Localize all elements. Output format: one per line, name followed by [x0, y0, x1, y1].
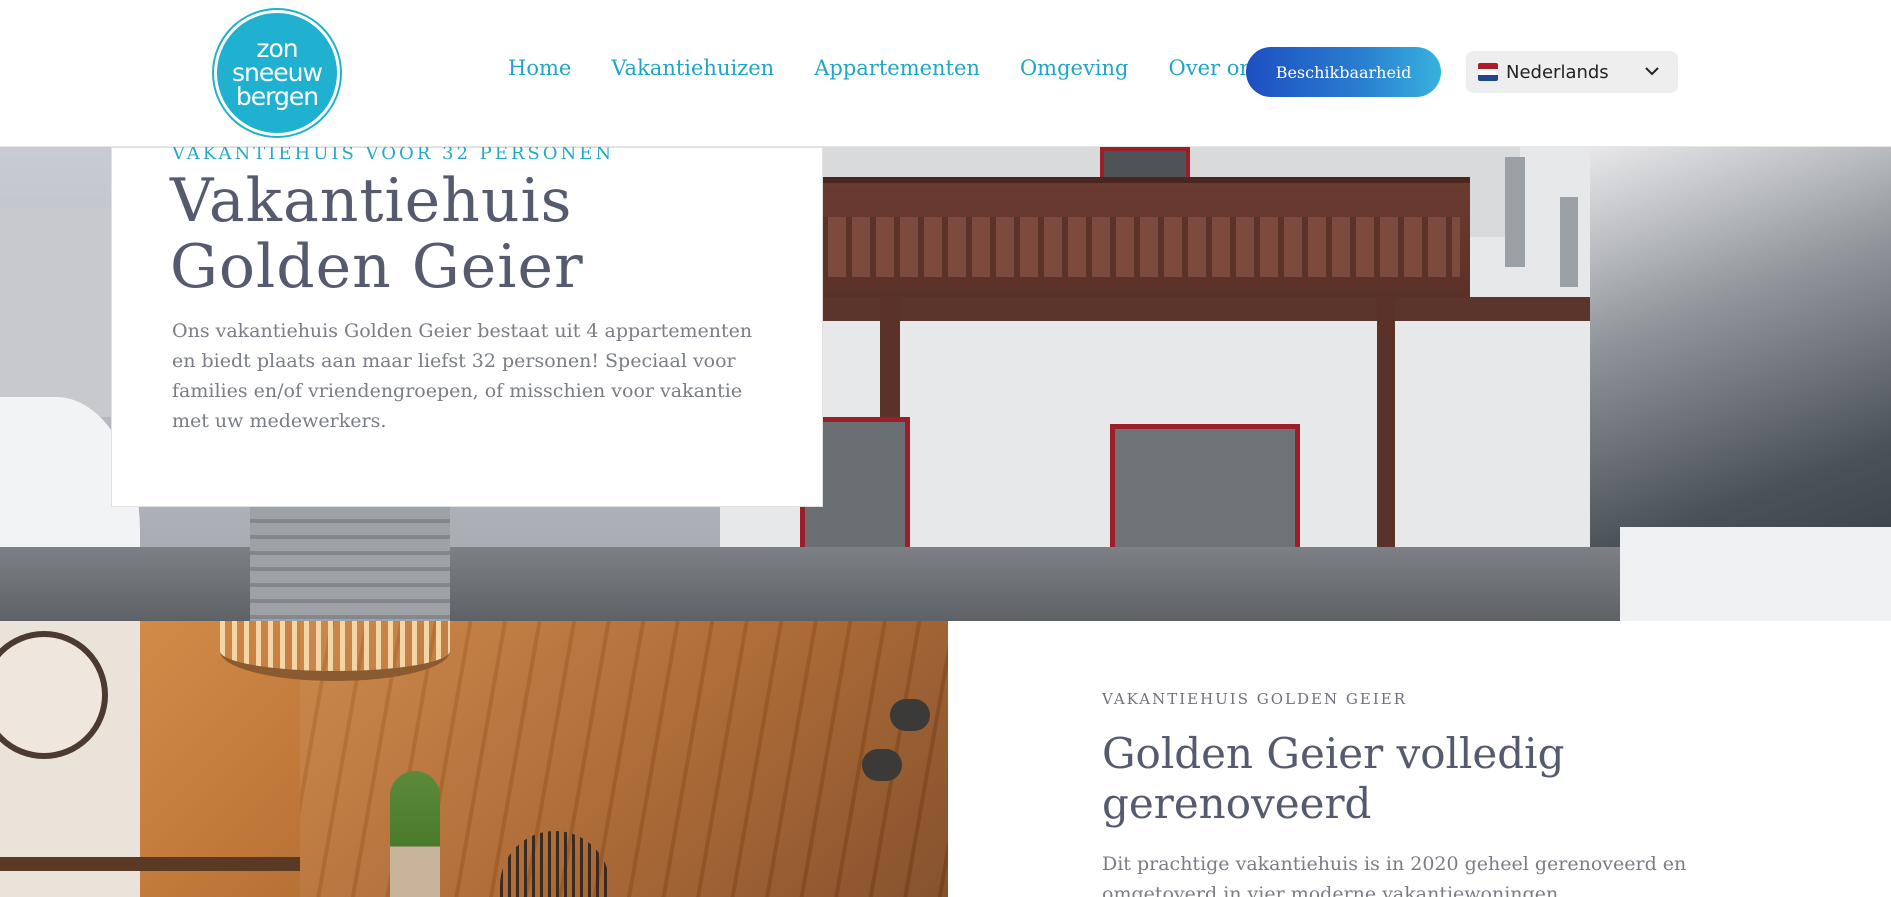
nav-link-home[interactable]: Home — [508, 56, 571, 80]
nav-link-appartementen[interactable]: Appartementen — [814, 56, 980, 80]
renovation-section: VAKANTIEHUIS GOLDEN GEIER Golden Geier v… — [948, 621, 1891, 897]
language-selector[interactable]: Nederlands — [1466, 51, 1678, 93]
nav-link-vakantiehuizen[interactable]: Vakantiehuizen — [611, 56, 774, 80]
main-navigation: Home Vakantiehuizen Appartementen Omgevi… — [508, 56, 1304, 80]
section-kicker: VAKANTIEHUIS GOLDEN GEIER — [1102, 690, 1407, 708]
section-title: Golden Geier volledig gerenoveerd — [1102, 729, 1565, 828]
hero-title-line-2: Golden Geier — [170, 232, 584, 302]
netherlands-flag-icon — [1478, 63, 1498, 81]
section-description: Dit prachtige vakantiehuis is in 2020 ge… — [1102, 853, 1687, 897]
nav-link-omgeving[interactable]: Omgeving — [1020, 56, 1129, 80]
hero-title-line-1: Vakantiehuis — [170, 166, 573, 236]
language-label: Nederlands — [1506, 61, 1609, 83]
logo-text-line-3: bergen — [235, 82, 319, 111]
hero-title: Vakantiehuis Golden Geier — [170, 168, 584, 300]
interior-photo — [0, 621, 948, 897]
hero-intro-card: VAKANTIEHUIS VOOR 32 PERSONEN Vakantiehu… — [111, 143, 823, 507]
site-header: zon sneeuw bergen Home Vakantiehuizen Ap… — [0, 0, 1891, 147]
hero-description: Ons vakantiehuis Golden Geier bestaat ui… — [172, 320, 753, 432]
availability-button[interactable]: Beschikbaarheid — [1246, 47, 1441, 97]
chevron-down-icon — [1645, 67, 1659, 76]
site-logo[interactable]: zon sneeuw bergen — [214, 10, 340, 136]
